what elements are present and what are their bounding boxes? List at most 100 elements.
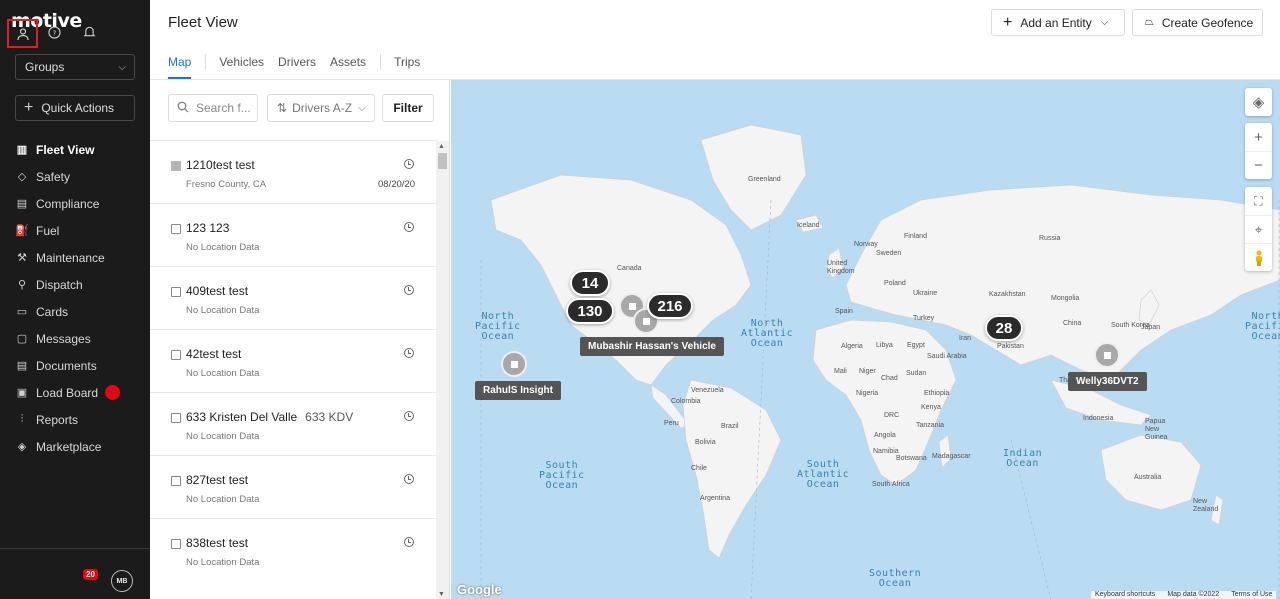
location-pin-icon: ⚲: [17, 279, 27, 291]
vehicle-cluster[interactable]: 216: [647, 293, 693, 319]
list-item[interactable]: 1210test test Fresno County, CA 08/20/20: [150, 140, 437, 203]
row-checkbox[interactable]: [171, 224, 181, 234]
vehicle-cluster[interactable]: 14: [570, 270, 610, 296]
add-entity-button[interactable]: + Add an Entity ⌵: [991, 9, 1125, 36]
sidebar-item-load-board[interactable]: ▣ Load Board: [0, 379, 150, 406]
zoom-in-icon[interactable]: +: [1245, 123, 1272, 151]
sidebar-item-safety[interactable]: ◇ Safety: [0, 163, 150, 190]
sidebar: motive Groups ⌵ + Quick Actions ▥ Fleet …: [0, 0, 150, 599]
list-scrollbar[interactable]: ▲ ▼: [436, 141, 449, 599]
fullscreen-icon[interactable]: ⛶: [1245, 187, 1272, 215]
row-checkbox[interactable]: [171, 161, 181, 171]
country-label: Namibia: [873, 448, 899, 455]
geofence-icon: ⏢: [1145, 16, 1154, 28]
sidebar-item-fuel[interactable]: ⛽ Fuel: [0, 217, 150, 244]
add-entity-label: Add an Entity: [1020, 15, 1092, 30]
fuel-icon: ⛽: [15, 225, 29, 237]
zoom-out-icon[interactable]: −: [1245, 151, 1272, 179]
layers-icon[interactable]: ◈: [1245, 88, 1272, 116]
avatar[interactable]: MB: [111, 570, 133, 592]
zoom-control: + −: [1245, 123, 1272, 179]
row-checkbox[interactable]: [171, 539, 181, 549]
country-label: Greenland: [748, 176, 781, 183]
chat-icon: ▢: [16, 333, 28, 345]
sidebar-item-dispatch[interactable]: ⚲ Dispatch: [0, 271, 150, 298]
driver-location: No Location Data: [186, 368, 260, 379]
quick-actions-button[interactable]: + Quick Actions: [15, 95, 135, 121]
vehicle-cluster[interactable]: 28: [985, 315, 1023, 341]
list-item[interactable]: 838test test No Location Data: [150, 518, 437, 581]
scroll-thumb[interactable]: [438, 153, 447, 169]
vehicle-tag-welly[interactable]: Welly36DVT2: [1068, 372, 1147, 391]
vehicle-tag-rahul[interactable]: RahulS Insight: [475, 381, 561, 400]
ocean-label-text: North Pacific Ocean: [475, 311, 521, 342]
country-label: New Zealand: [1193, 498, 1219, 513]
vehicle-tag-mubashir[interactable]: Mubashir Hassan's Vehicle: [580, 337, 724, 356]
list-item[interactable]: 633 Kristen Del Valle 633 KDV No Location…: [150, 392, 437, 455]
driver-name: 838test test: [186, 536, 249, 550]
chevron-down-icon: ⌵: [358, 102, 366, 114]
ocean-label: North Pacific Ocean: [1245, 312, 1280, 342]
country-label: Russia: [1039, 235, 1061, 242]
row-checkbox[interactable]: [171, 413, 181, 423]
filter-button[interactable]: Filter: [382, 94, 434, 122]
country-label: Iran: [959, 335, 972, 342]
groups-dropdown[interactable]: Groups ⌵: [15, 54, 135, 80]
map-attribution: Keyboard shortcuts Map data ©2022 Terms …: [1091, 591, 1277, 599]
country-label: Colombia: [671, 398, 701, 405]
sidebar-item-documents[interactable]: ▤ Documents: [0, 352, 150, 379]
ocean-label-text: North Pacific Ocean: [1245, 311, 1280, 342]
ocean-label: South Atlantic Ocean: [797, 460, 849, 490]
tab-drivers[interactable]: Drivers: [278, 55, 316, 79]
scroll-down-arrow-icon[interactable]: ▼: [438, 591, 445, 598]
sidebar-item-label: Fleet View: [36, 142, 95, 157]
list-item[interactable]: 409test test No Location Data: [150, 266, 437, 329]
page-title: Fleet View: [168, 14, 238, 31]
sort-dropdown[interactable]: ⇅ Drivers A-Z ⌵: [267, 94, 375, 122]
country-label: Papua New Guinea: [1145, 418, 1168, 441]
sidebar-item-maintenance[interactable]: ⚒ Maintenance: [0, 244, 150, 271]
sidebar-item-fleet-view[interactable]: ▥ Fleet View: [0, 136, 150, 163]
help-icon[interactable]: ?: [40, 18, 68, 46]
sidebar-item-label: Cards: [36, 304, 69, 319]
list-item[interactable]: 827test test No Location Data: [150, 455, 437, 518]
sidebar-item-messages[interactable]: ▢ Messages: [0, 325, 150, 352]
sidebar-item-compliance[interactable]: ▤ Compliance: [0, 190, 150, 217]
layers-control[interactable]: ◈: [1245, 88, 1272, 116]
sidebar-item-label: Fuel: [36, 223, 60, 238]
tab-vehicles[interactable]: Vehicles: [219, 55, 264, 79]
terms-of-use-link[interactable]: Terms of Use: [1231, 591, 1272, 599]
sidebar-item-marketplace[interactable]: ◈ Marketplace: [0, 433, 150, 460]
tab-divider: [205, 54, 207, 70]
row-checkbox[interactable]: [171, 350, 181, 360]
user-settings-icon[interactable]: [7, 19, 38, 48]
search-input[interactable]: Search f...: [168, 94, 258, 122]
vehicle-cluster[interactable]: 130: [566, 298, 614, 324]
tab-assets[interactable]: Assets: [330, 55, 366, 79]
sidebar-item-label: Dispatch: [36, 277, 83, 292]
street-view-pegman-icon[interactable]: [1245, 243, 1272, 271]
row-checkbox[interactable]: [171, 476, 181, 486]
fleet-map[interactable]: North Pacific Ocean North Atlantic Ocean…: [451, 80, 1280, 599]
groups-label: Groups: [25, 60, 65, 74]
list-item[interactable]: 42test test No Location Data: [150, 329, 437, 392]
country-label: Egypt: [907, 342, 925, 349]
sidebar-item-reports[interactable]: ⫶ Reports: [0, 406, 150, 433]
list-item[interactable]: 123 123 No Location Data: [150, 203, 437, 266]
create-geofence-button[interactable]: ⏢ Create Geofence: [1132, 9, 1263, 36]
ocean-label: Indian Ocean: [1003, 449, 1042, 469]
sidebar-item-cards[interactable]: ▭ Cards: [0, 298, 150, 325]
tab-map[interactable]: Map: [168, 55, 192, 79]
tab-trips[interactable]: Trips: [394, 55, 420, 79]
scroll-up-arrow-icon[interactable]: ▲: [438, 143, 445, 150]
clock-icon: [404, 411, 414, 421]
bell-icon[interactable]: [75, 18, 103, 46]
locate-icon[interactable]: ⌖: [1245, 215, 1272, 243]
country-label: Botswana: [896, 455, 927, 462]
clock-icon: [404, 159, 414, 169]
vehicle-marker[interactable]: [1094, 342, 1120, 368]
vehicle-marker[interactable]: [501, 351, 527, 377]
ocean-label: North Pacific Ocean: [475, 312, 521, 342]
keyboard-shortcuts-link[interactable]: Keyboard shortcuts: [1095, 591, 1155, 599]
row-checkbox[interactable]: [171, 287, 181, 297]
